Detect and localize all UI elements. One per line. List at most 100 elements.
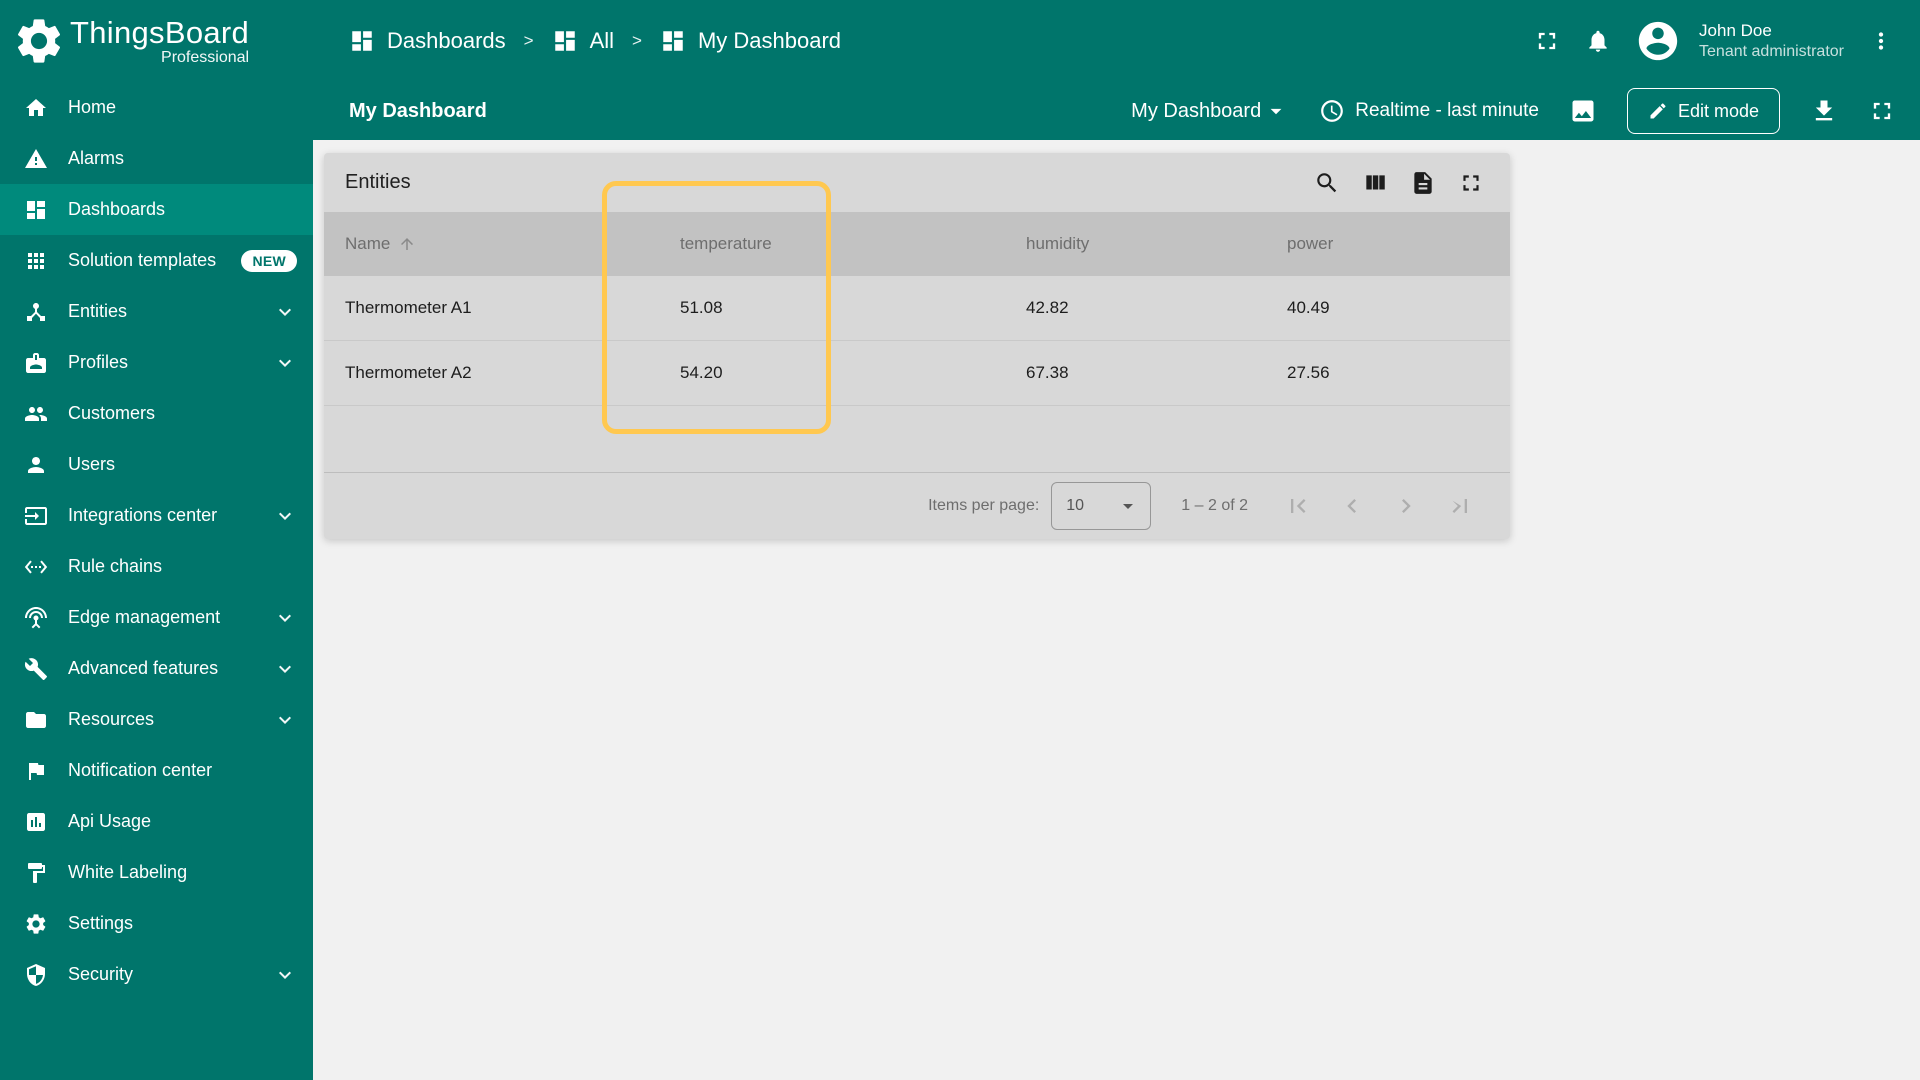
dashboard-grid-icon — [552, 28, 578, 54]
breadcrumb-label: Dashboards — [387, 28, 506, 54]
sidebar-item-label: Integrations center — [68, 505, 217, 526]
download-icon[interactable] — [1810, 97, 1838, 125]
sidebar-item-white-labeling[interactable]: White Labeling — [0, 847, 313, 898]
widget-title: Entities — [345, 171, 411, 194]
breadcrumb-label: My Dashboard — [698, 28, 841, 54]
table-cell: 42.82 — [1026, 298, 1287, 318]
last-page-icon[interactable] — [1446, 492, 1474, 520]
sidebar-item-label: Customers — [68, 403, 155, 424]
sidebar-item-label: Rule chains — [68, 556, 162, 577]
sidebar-item-dashboards[interactable]: Dashboards — [0, 184, 313, 235]
breadcrumb-separator: > — [524, 31, 534, 51]
chevron-down-icon — [273, 657, 297, 681]
chevron-down-icon — [273, 504, 297, 528]
column-header-humidity[interactable]: humidity — [1026, 234, 1287, 254]
column-header-temperature[interactable]: temperature — [680, 234, 1026, 254]
breadcrumb-item-all[interactable]: All — [552, 28, 614, 54]
dashboard-icon — [24, 198, 48, 222]
apps-icon — [24, 249, 48, 273]
logo-text: ThingsBoard Professional — [70, 16, 249, 66]
sidebar-item-label: White Labeling — [68, 862, 187, 883]
sidebar-item-label: Resources — [68, 709, 154, 730]
sidebar-item-edge-management[interactable]: Edge management — [0, 592, 313, 643]
notifications-bell-icon[interactable] — [1585, 28, 1611, 54]
table-row[interactable]: Thermometer A254.2067.3827.56 — [324, 341, 1510, 406]
sidebar-item-resources[interactable]: Resources — [0, 694, 313, 745]
user-menu[interactable]: John Doe Tenant administrator — [1699, 20, 1844, 63]
app-root: ThingsBoard Professional Home Alarms Dashb… — [0, 0, 1920, 1080]
image-icon[interactable] — [1569, 97, 1597, 125]
fullscreen-icon[interactable] — [1868, 97, 1896, 125]
pagination-range: 1 – 2 of 2 — [1181, 497, 1248, 515]
person-icon — [24, 453, 48, 477]
logo-title: ThingsBoard — [70, 16, 249, 50]
table-cell: 67.38 — [1026, 363, 1287, 383]
sidebar-item-alarms[interactable]: Alarms — [0, 133, 313, 184]
sidebar-item-home[interactable]: Home — [0, 82, 313, 133]
device-hub-icon — [24, 300, 48, 324]
columns-icon[interactable] — [1362, 170, 1388, 196]
chevron-down-icon — [273, 351, 297, 375]
sidebar-item-security[interactable]: Security — [0, 949, 313, 1000]
export-file-icon[interactable] — [1410, 170, 1436, 196]
avatar[interactable] — [1635, 18, 1681, 64]
breadcrumb-separator: > — [632, 31, 642, 51]
entities-widget: Entities Nametemperature humidity power Th… — [324, 153, 1510, 539]
sidebar-item-label: Alarms — [68, 148, 124, 169]
sidebar-item-label: Users — [68, 454, 115, 475]
column-header-label: temperature — [680, 234, 772, 254]
widget-fullscreen-icon[interactable] — [1458, 170, 1484, 196]
column-header-name[interactable]: Name — [345, 234, 680, 254]
sidebar-item-integrations-center[interactable]: Integrations center — [0, 490, 313, 541]
warning-icon — [24, 147, 48, 171]
column-header-power[interactable]: power — [1287, 234, 1489, 254]
column-header-label: humidity — [1026, 234, 1089, 254]
sidebar-item-advanced-features[interactable]: Advanced features — [0, 643, 313, 694]
fullscreen-icon[interactable] — [1533, 27, 1561, 55]
logo[interactable]: ThingsBoard Professional — [0, 0, 313, 82]
ethernet-icon — [24, 555, 48, 579]
search-icon[interactable] — [1314, 170, 1340, 196]
table-cell: 40.49 — [1287, 298, 1489, 318]
sidebar-item-api-usage[interactable]: Api Usage — [0, 796, 313, 847]
more-vert-icon[interactable] — [1868, 28, 1894, 54]
sidebar-item-settings[interactable]: Settings — [0, 898, 313, 949]
table-cell: 51.08 — [680, 298, 1026, 318]
sidebar-item-customers[interactable]: Customers — [0, 388, 313, 439]
edit-mode-button[interactable]: Edit mode — [1627, 88, 1780, 134]
sidebar-item-rule-chains[interactable]: Rule chains — [0, 541, 313, 592]
sidebar-item-entities[interactable]: Entities — [0, 286, 313, 337]
dashboard-state-selector[interactable]: My Dashboard — [1131, 98, 1289, 124]
items-per-page-select[interactable]: 10 — [1051, 482, 1151, 530]
sidebar-item-solution-templates[interactable]: Solution templatesNEW — [0, 235, 313, 286]
build-icon — [24, 657, 48, 681]
chevron-down-icon — [273, 300, 297, 324]
breadcrumb-item-dashboards[interactable]: Dashboards — [349, 28, 506, 54]
table-row[interactable]: Thermometer A151.0842.8240.49 — [324, 276, 1510, 341]
chevron-down-icon — [273, 963, 297, 987]
antenna-icon — [24, 606, 48, 630]
sidebar: ThingsBoard Professional Home Alarms Dashb… — [0, 0, 313, 1080]
previous-page-icon[interactable] — [1338, 492, 1366, 520]
breadcrumb-item-my-dashboard[interactable]: My Dashboard — [660, 28, 841, 54]
sidebar-item-profiles[interactable]: Profiles — [0, 337, 313, 388]
table-header-row: Nametemperature humidity power — [324, 212, 1510, 276]
sidebar-item-users[interactable]: Users — [0, 439, 313, 490]
sidebar-item-label: Solution templates — [68, 250, 216, 271]
home-icon — [24, 96, 48, 120]
sidebar-item-label: Entities — [68, 301, 127, 322]
sidebar-item-label: Security — [68, 964, 133, 985]
paint-icon — [24, 861, 48, 885]
folder-icon — [24, 708, 48, 732]
items-per-page-label: Items per page: — [928, 497, 1039, 515]
sidebar-item-notification-center[interactable]: Notification center — [0, 745, 313, 796]
first-page-icon[interactable] — [1284, 492, 1312, 520]
sort-ascending-icon — [398, 235, 416, 253]
clock-icon — [1319, 98, 1345, 124]
sidebar-item-label: Notification center — [68, 760, 212, 781]
table-cell: Thermometer A2 — [345, 363, 680, 383]
settings-icon — [24, 912, 48, 936]
timewindow-button[interactable]: Realtime - last minute — [1319, 98, 1539, 124]
table-cell: 54.20 — [680, 363, 1026, 383]
next-page-icon[interactable] — [1392, 492, 1420, 520]
